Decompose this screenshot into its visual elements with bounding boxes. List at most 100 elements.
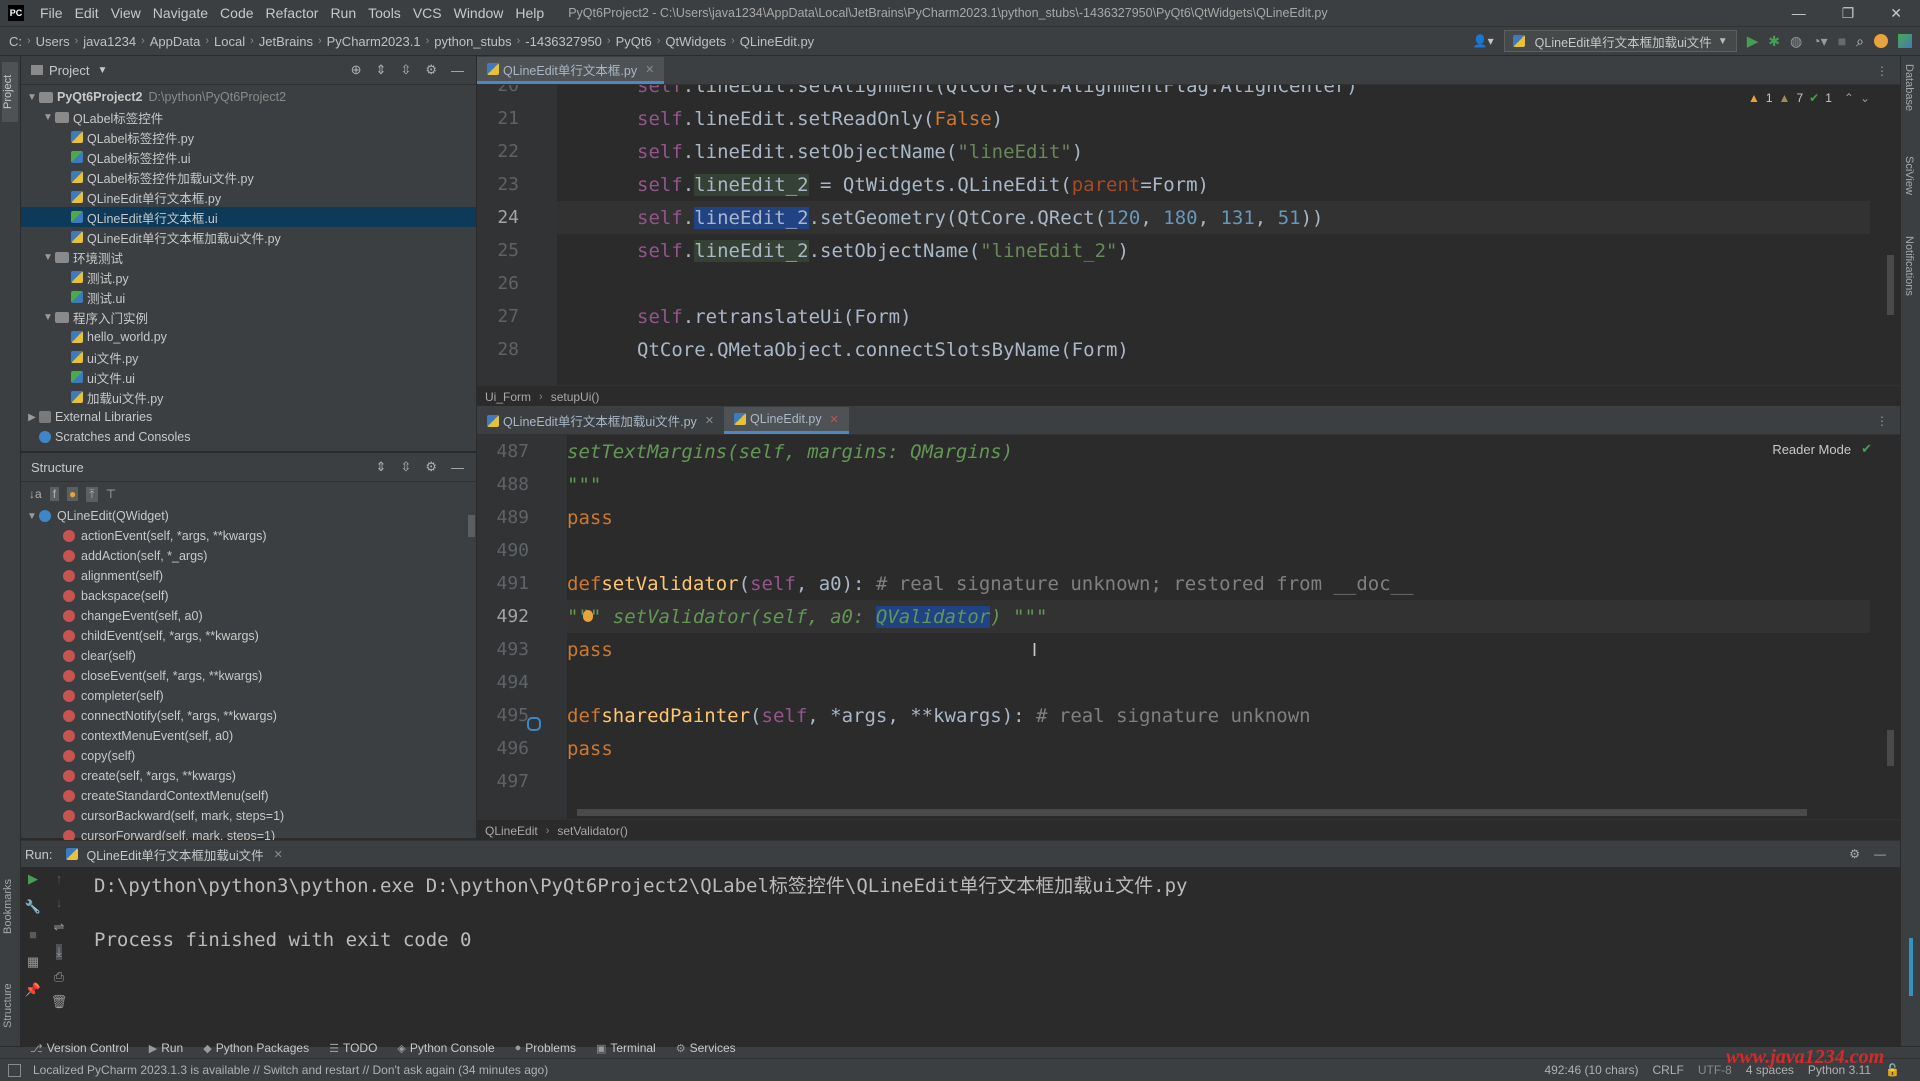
- tool-button-python-console[interactable]: ◈ Python Console: [387, 1041, 504, 1055]
- line-separator[interactable]: CRLF: [1653, 1063, 1684, 1077]
- user-icon[interactable]: 👤▾: [1473, 34, 1494, 48]
- plugin-icon[interactable]: [1898, 34, 1912, 48]
- chevron-right-icon[interactable]: ▶: [25, 412, 39, 423]
- search-icon[interactable]: ⌕: [1856, 33, 1864, 50]
- close-icon[interactable]: ✕: [830, 413, 839, 426]
- code-line[interactable]: """: [567, 468, 1870, 501]
- editor-bottom-scrollbar[interactable]: [1887, 730, 1894, 766]
- project-panel-title[interactable]: Project: [49, 63, 89, 78]
- breadcrumb-item[interactable]: Users: [31, 34, 75, 49]
- breadcrumb-method[interactable]: setupUi(): [551, 390, 600, 404]
- database-tool-button[interactable]: Database: [1903, 64, 1915, 111]
- editor-bottom-hscrollbar[interactable]: [577, 809, 1807, 816]
- debug-icon[interactable]: ✱: [1768, 33, 1780, 50]
- breadcrumb-item[interactable]: java1234: [78, 34, 141, 49]
- profile-icon[interactable]: ◔▾: [1812, 33, 1827, 50]
- structure-root[interactable]: ▼ QLineEdit(QWidget): [21, 506, 476, 526]
- code-line[interactable]: pass: [567, 633, 1870, 666]
- breadcrumb-method[interactable]: setValidator(): [557, 824, 627, 838]
- code-line[interactable]: self .lineEdit.setAlignment(QtCore.Qt.Ali…: [557, 85, 1870, 102]
- code-line[interactable]: self. lineEdit_2 .setObjectName("lineEdit_…: [557, 234, 1870, 267]
- code-line[interactable]: pass: [567, 501, 1870, 534]
- project-tree-item[interactable]: Scratches and Consoles: [21, 427, 476, 447]
- structure-item[interactable]: create(self, *args, **kwargs): [21, 766, 476, 786]
- code-line[interactable]: setTextMargins(self, margins: QMargins): [567, 435, 1870, 468]
- stop-icon[interactable]: ■: [1838, 33, 1846, 49]
- close-icon[interactable]: ✕: [645, 63, 654, 76]
- structure-item[interactable]: clear(self): [21, 646, 476, 666]
- structure-tool-button[interactable]: Structure: [2, 958, 18, 1028]
- bulb-icon[interactable]: [583, 610, 593, 622]
- project-tree-item[interactable]: QLabel标签控件加载ui文件.py: [21, 167, 476, 187]
- sort-alpha-icon[interactable]: ↓a: [29, 487, 42, 501]
- tool-button-run[interactable]: ▶ Run: [139, 1041, 193, 1055]
- code-line[interactable]: self. lineEdit_2 = QtWidgets.QLineEdit(pa…: [557, 168, 1870, 201]
- notifications-tool-button[interactable]: Notifications: [1903, 236, 1915, 296]
- tool-button-services[interactable]: ⚙ Services: [666, 1041, 746, 1055]
- collapse-all-icon[interactable]: ⇳: [400, 62, 411, 78]
- breadcrumb-class[interactable]: QLineEdit: [485, 824, 538, 838]
- gear-icon[interactable]: ⚙: [425, 459, 437, 475]
- project-tree-item[interactable]: 测试.py: [21, 267, 476, 287]
- structure-item[interactable]: addAction(self, *_args): [21, 546, 476, 566]
- structure-item[interactable]: completer(self): [21, 686, 476, 706]
- autoscroll-icon[interactable]: ⊤: [106, 487, 116, 501]
- code-line[interactable]: QtCore.QMetaObject.connectSlotsByName(Fo…: [557, 333, 1870, 366]
- code-line[interactable]: def setValidator(self, a0): # real signa…: [567, 567, 1870, 600]
- sciview-tool-button[interactable]: SciView: [1903, 156, 1915, 195]
- structure-item[interactable]: backspace(self): [21, 586, 476, 606]
- project-tree-item[interactable]: QLabel标签控件.ui: [21, 147, 476, 167]
- structure-scrollbar[interactable]: [468, 515, 475, 537]
- project-tree-item[interactable]: ▼ PyQt6Project2 D:\python\PyQt6Project2: [21, 87, 476, 107]
- menu-item-window[interactable]: Window: [448, 5, 510, 21]
- cursor-position[interactable]: 492:46 (10 chars): [1544, 1063, 1638, 1077]
- more-tabs-icon[interactable]: ⋮: [1876, 407, 1900, 434]
- tool-button-terminal[interactable]: ▣ Terminal: [586, 1041, 666, 1055]
- project-tree-item[interactable]: QLineEdit单行文本框加载ui文件.py: [21, 227, 476, 247]
- show-inherited-icon[interactable]: ●: [67, 487, 79, 501]
- close-icon[interactable]: ✕: [705, 414, 714, 427]
- project-tree-item[interactable]: 测试.ui: [21, 287, 476, 307]
- chevron-down-icon[interactable]: ▼: [25, 92, 39, 103]
- minimize-icon[interactable]: —: [1792, 5, 1806, 21]
- chevron-down-icon[interactable]: ▼: [41, 312, 55, 323]
- breadcrumb-item[interactable]: C:: [4, 34, 27, 49]
- menu-item-code[interactable]: Code: [214, 5, 259, 21]
- menu-item-refactor[interactable]: Refactor: [260, 5, 325, 21]
- inspection-widget[interactable]: ▲ 1 ▲ 7 ✔ 1 ⌃ ⌄: [1748, 91, 1870, 105]
- code-line[interactable]: [567, 765, 1870, 798]
- run-tab[interactable]: QLineEdit单行文本框加载ui文件 ✕: [66, 845, 283, 864]
- locate-icon[interactable]: ⊕: [351, 62, 362, 78]
- collapse-all-icon[interactable]: ⇳: [400, 459, 411, 475]
- reader-mode-toggle[interactable]: Reader Mode ✔: [1772, 441, 1872, 457]
- code-line[interactable]: self .lineEdit.setObjectName("lineEdit"): [557, 135, 1870, 168]
- structure-item[interactable]: contextMenuEvent(self, a0): [21, 726, 476, 746]
- breadcrumb-item[interactable]: -1436327950: [520, 34, 607, 49]
- structure-item[interactable]: connectNotify(self, *args, **kwargs): [21, 706, 476, 726]
- maximize-icon[interactable]: ❐: [1842, 5, 1855, 22]
- menu-item-vcs[interactable]: VCS: [407, 5, 448, 21]
- project-tree-item[interactable]: ▶ External Libraries: [21, 407, 476, 427]
- menu-item-help[interactable]: Help: [509, 5, 550, 21]
- close-icon[interactable]: ✕: [274, 848, 283, 861]
- project-tree-item[interactable]: ▼ 程序入门实例: [21, 307, 476, 327]
- chevron-down-icon[interactable]: ⌄: [1860, 91, 1870, 105]
- pycharm-logo[interactable]: PC: [8, 5, 24, 21]
- print-icon[interactable]: ⎙: [54, 969, 64, 985]
- rerun-icon[interactable]: ▶: [28, 871, 38, 887]
- code-line[interactable]: """ setValidator(self, a0: QValidator) "…: [567, 600, 1870, 633]
- coverage-icon[interactable]: ◍: [1790, 33, 1802, 50]
- breadcrumb-item[interactable]: QtWidgets: [660, 34, 731, 49]
- menu-item-edit[interactable]: Edit: [69, 5, 105, 21]
- editor-bottom-code[interactable]: setTextMargins(self, margins: QMargins) …: [567, 435, 1870, 798]
- hide-icon[interactable]: —: [1874, 847, 1886, 861]
- code-line[interactable]: self .retranslateUi(Form): [557, 300, 1870, 333]
- code-line[interactable]: [557, 267, 1870, 300]
- bookmarks-tool-button[interactable]: Bookmarks: [2, 864, 18, 934]
- scroll-to-end-icon[interactable]: ⤓: [56, 944, 62, 960]
- code-line[interactable]: [567, 534, 1870, 567]
- editor-tab[interactable]: QLineEdit单行文本框.py ✕: [477, 57, 665, 84]
- code-line[interactable]: [567, 666, 1870, 699]
- project-tree-item[interactable]: ▼ QLabel标签控件: [21, 107, 476, 127]
- show-fields-icon[interactable]: f: [49, 487, 60, 501]
